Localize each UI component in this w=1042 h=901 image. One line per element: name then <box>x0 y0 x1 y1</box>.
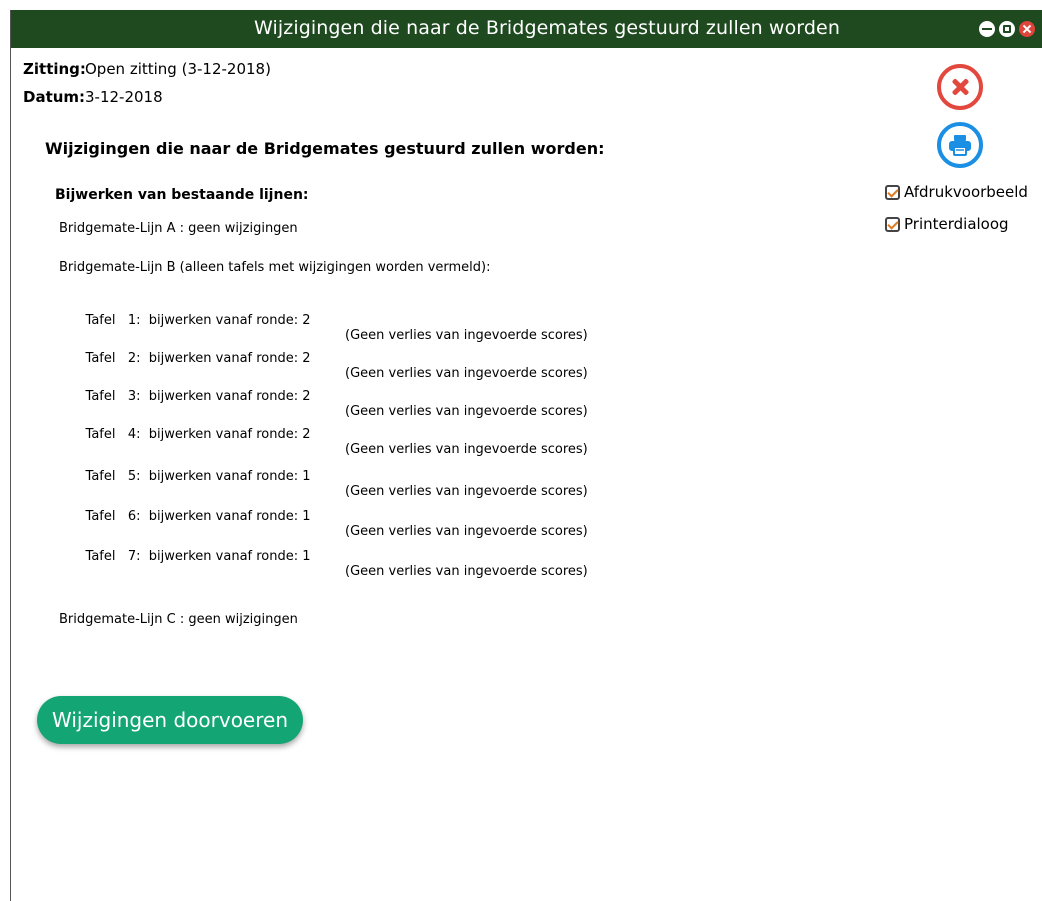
printer-glyph <box>949 135 971 156</box>
minimize-icon[interactable] <box>979 21 995 37</box>
zitting-row: Zitting:Open zitting (3-12-2018) <box>23 60 271 78</box>
tafel-text: Tafel 5: bijwerken vanaf ronde: 1 <box>85 469 311 484</box>
tafel-note: (Geen verlies van ingevoerde scores) <box>345 484 588 499</box>
checkbox-checked-icon[interactable] <box>885 216 900 232</box>
zitting-label: Zitting: <box>23 60 86 78</box>
afdrukvoorbeeld-label: Afdrukvoorbeeld <box>904 183 1028 201</box>
close-icon[interactable] <box>1019 21 1035 37</box>
dialog-window: Wijzigingen die naar de Bridgemates gest… <box>10 10 1042 901</box>
datum-value: 3-12-2018 <box>85 88 163 106</box>
datum-label: Datum: <box>23 88 86 106</box>
afdrukvoorbeeld-checkbox[interactable]: Afdrukvoorbeeld <box>885 183 1028 201</box>
tafel-note: (Geen verlies van ingevoerde scores) <box>345 564 588 579</box>
zitting-value: Open zitting (3-12-2018) <box>85 60 271 78</box>
tafel-note: (Geen verlies van ingevoerde scores) <box>345 442 588 457</box>
tafel-note: (Geen verlies van ingevoerde scores) <box>345 328 588 343</box>
tafel-text: Tafel 7: bijwerken vanaf ronde: 1 <box>85 549 311 564</box>
lijn-a-status: Bridgemate-Lijn A : geen wijzigingen <box>59 221 298 236</box>
print-icon[interactable] <box>937 122 983 168</box>
tafel-text: Tafel 6: bijwerken vanaf ronde: 1 <box>85 509 311 524</box>
checkbox-checked-icon[interactable] <box>885 184 900 200</box>
tafel-text: Tafel 3: bijwerken vanaf ronde: 2 <box>85 389 311 404</box>
tafel-note: (Geen verlies van ingevoerde scores) <box>345 404 588 419</box>
apply-changes-button[interactable]: Wijzigingen doorvoeren <box>37 696 303 744</box>
tafel-text: Tafel 4: bijwerken vanaf ronde: 2 <box>85 427 311 442</box>
lijn-b-status: Bridgemate-Lijn B (alleen tafels met wij… <box>59 260 491 275</box>
update-lines-subheading: Bijwerken van bestaande lijnen: <box>55 187 309 203</box>
lijn-c-status: Bridgemate-Lijn C : geen wijzigingen <box>59 612 298 627</box>
tafel-note: (Geen verlies van ingevoerde scores) <box>345 366 588 381</box>
changes-heading: Wijzigingen die naar de Bridgemates gest… <box>45 139 605 158</box>
tafel-row: Tafel 7: bijwerken vanaf ronde: 1 (Geen … <box>69 534 588 594</box>
tafel-text: Tafel 2: bijwerken vanaf ronde: 2 <box>85 351 311 366</box>
cancel-icon[interactable] <box>937 64 983 110</box>
maximize-icon[interactable] <box>999 21 1015 37</box>
tafel-text: Tafel 1: bijwerken vanaf ronde: 2 <box>85 313 311 328</box>
datum-row: Datum:3-12-2018 <box>23 88 163 106</box>
title-bar[interactable]: Wijzigingen die naar de Bridgemates gest… <box>11 10 1042 48</box>
window-title: Wijzigingen die naar de Bridgemates gest… <box>254 17 840 39</box>
tafel-note: (Geen verlies van ingevoerde scores) <box>345 524 588 539</box>
printerdialoog-checkbox[interactable]: Printerdialoog <box>885 215 1009 233</box>
printerdialoog-label: Printerdialoog <box>904 215 1009 233</box>
